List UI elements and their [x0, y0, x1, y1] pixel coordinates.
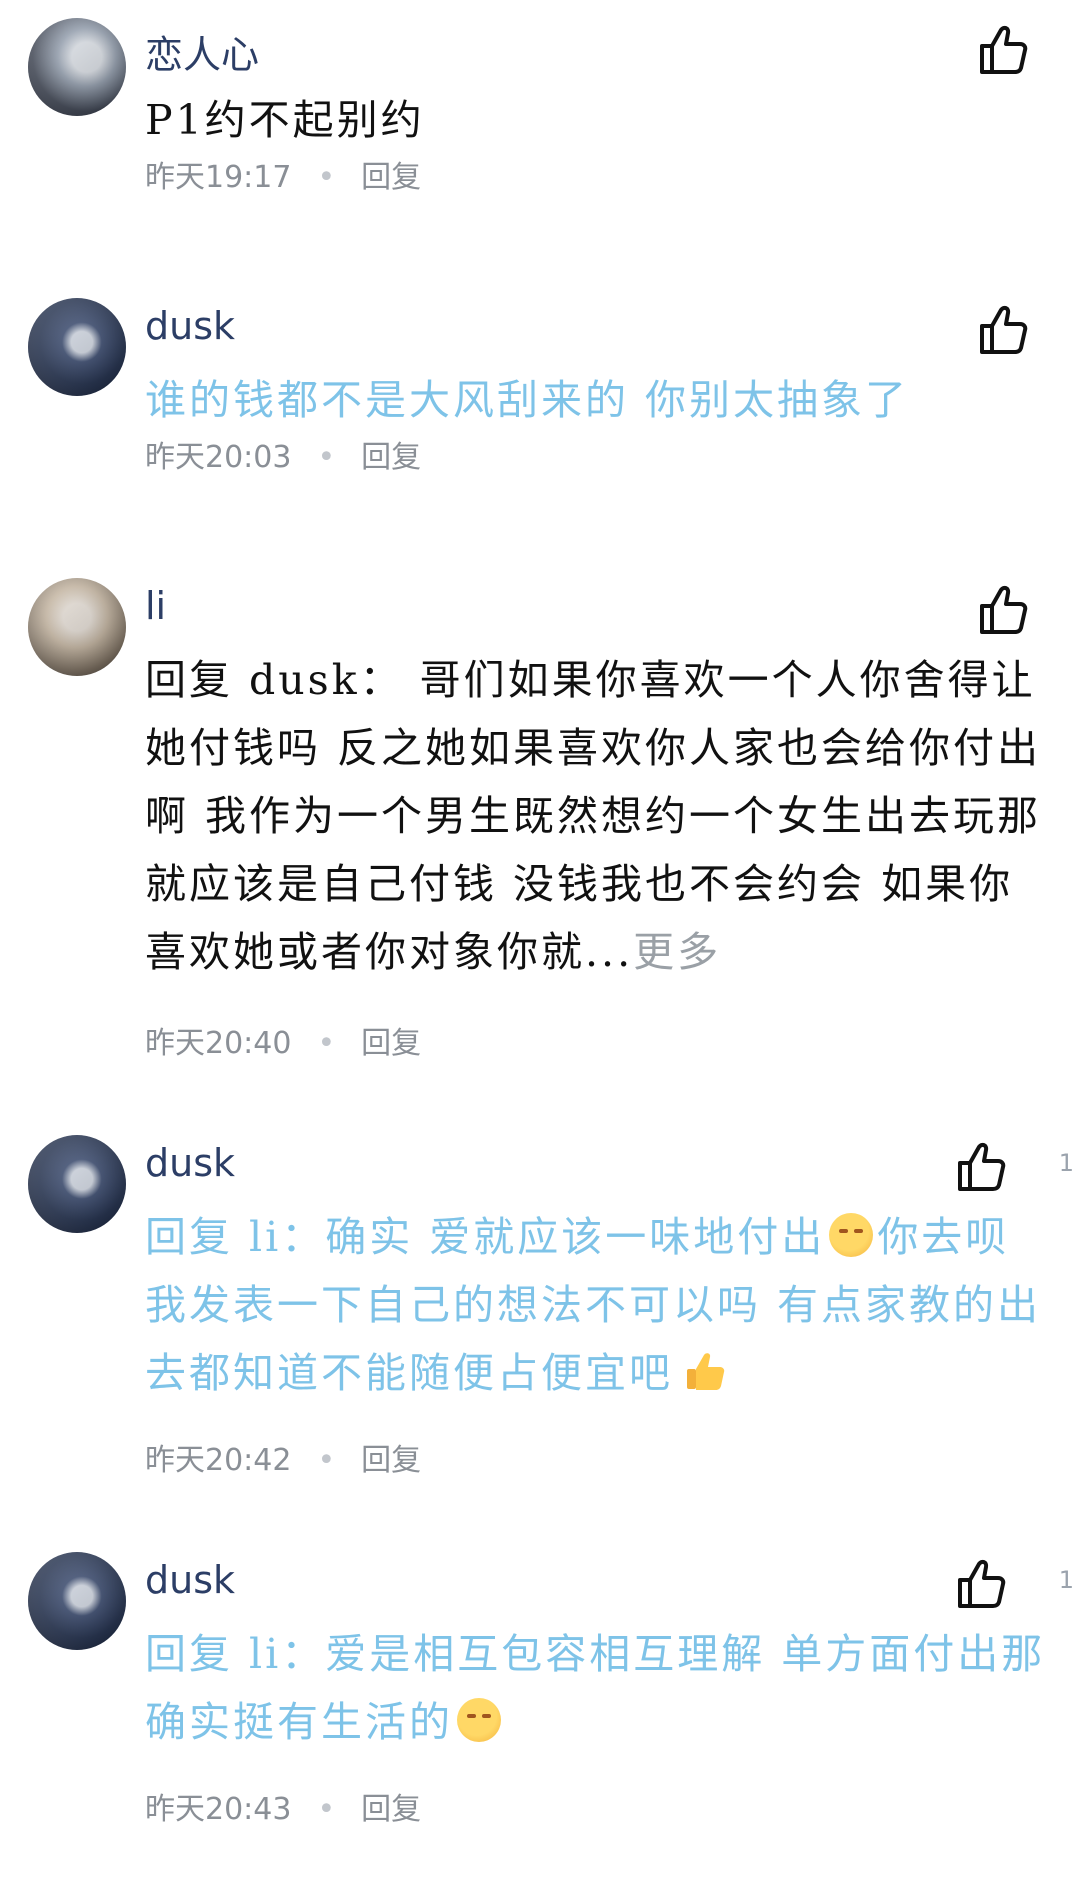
like-button[interactable]: [976, 582, 1032, 638]
reply-button[interactable]: 回复: [361, 440, 421, 475]
comment-text: 回复 li：爱是相互包容相互理解 单方面付出那确实挺有生活的: [145, 1620, 1050, 1756]
like-button[interactable]: [954, 1556, 1010, 1612]
reply-button[interactable]: 回复: [361, 1792, 421, 1827]
like-button[interactable]: [954, 1139, 1010, 1195]
like-count: 1: [1058, 1149, 1074, 1177]
comment-text: 回复 li：确实 爱就应该一味地付出 你去呗 我发表一下自己的想法不可以吗 有点家…: [145, 1203, 1050, 1407]
comment-list: 恋人心 P1约不起别约 昨天19:17 • 回复 dusk 谁的钱都不是大风刮来的 …: [0, 0, 1080, 1880]
thumbs-up-icon: [980, 305, 1028, 354]
thumbs-up-icon: [958, 1559, 1006, 1608]
separator-dot: •: [317, 440, 336, 475]
comment-meta: 昨天20:03 • 回复: [145, 432, 421, 476]
like-button[interactable]: [976, 22, 1032, 78]
username[interactable]: li: [145, 584, 166, 628]
reply-button[interactable]: 回复: [361, 1443, 421, 1478]
separator-dot: •: [317, 1792, 336, 1827]
reply-button[interactable]: 回复: [361, 1026, 421, 1061]
timestamp: 昨天20:43: [145, 1792, 292, 1827]
reply-mention[interactable]: 回复 li：: [145, 1630, 325, 1678]
separator-dot: •: [317, 1443, 336, 1478]
like-button[interactable]: [976, 302, 1032, 358]
username[interactable]: 恋人心: [145, 24, 259, 79]
comment-text: 谁的钱都不是大风刮来的 你别太抽象了: [145, 376, 910, 424]
timestamp: 昨天20:42: [145, 1443, 292, 1478]
reply-mention[interactable]: 回复 li：: [145, 1213, 325, 1261]
thumbs-up-icon: [980, 25, 1028, 74]
username[interactable]: dusk: [145, 1558, 235, 1602]
comment-meta: 昨天20:42 • 回复: [145, 1435, 421, 1479]
expand-more-link[interactable]: 更多: [633, 928, 721, 976]
comment-text-part: 确实 爱就应该一味地付出: [325, 1213, 826, 1261]
username[interactable]: dusk: [145, 304, 235, 348]
separator-dot: •: [317, 160, 336, 195]
username[interactable]: dusk: [145, 1141, 235, 1185]
timestamp: 昨天19:17: [145, 160, 292, 195]
comment-meta: 昨天20:43 • 回复: [145, 1784, 421, 1828]
comment-text: P1约不起别约: [145, 96, 425, 144]
smiling-face-emoji-icon: [457, 1698, 501, 1742]
thumbs-up-emoji-icon: [687, 1353, 725, 1390]
avatar[interactable]: [28, 578, 126, 676]
avatar[interactable]: [28, 18, 126, 116]
avatar[interactable]: [28, 298, 126, 396]
comment-text-body: 哥们如果你喜欢一个人你舍得让她付钱吗 反之她如果喜欢你人家也会给你付出啊 我作为…: [145, 656, 1042, 976]
timestamp: 昨天20:03: [145, 440, 292, 475]
avatar[interactable]: [28, 1135, 126, 1233]
separator-dot: •: [317, 1026, 336, 1061]
relieved-face-emoji-icon: [829, 1213, 874, 1257]
thumbs-up-icon: [958, 1142, 1006, 1191]
comment-meta: 昨天19:17 • 回复: [145, 152, 421, 196]
reply-mention[interactable]: 回复 dusk：: [145, 656, 404, 704]
comment-text: 回复 dusk： 哥们如果你喜欢一个人你舍得让她付钱吗 反之她如果喜欢你人家也会…: [145, 646, 1050, 986]
comment-meta: 昨天20:40 • 回复: [145, 1018, 421, 1062]
avatar[interactable]: [28, 1552, 126, 1650]
reply-button[interactable]: 回复: [361, 160, 421, 195]
thumbs-up-icon: [980, 585, 1028, 634]
like-count: 1: [1058, 1566, 1074, 1594]
timestamp: 昨天20:40: [145, 1026, 292, 1061]
